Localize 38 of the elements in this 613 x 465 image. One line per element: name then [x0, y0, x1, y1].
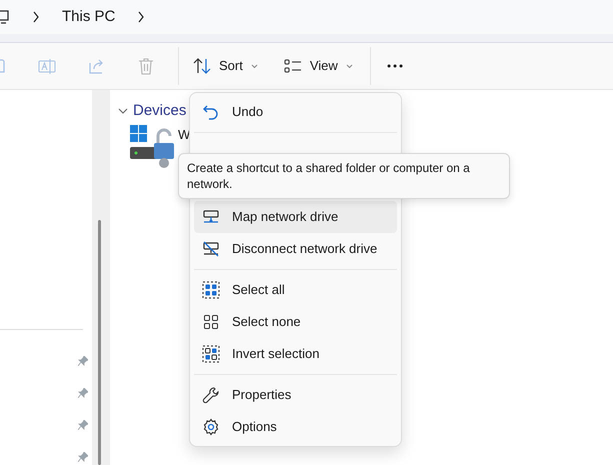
- invert-selection-icon: [202, 345, 220, 363]
- select-all-icon: [202, 281, 220, 299]
- pin-icon[interactable]: [78, 452, 88, 462]
- tooltip: Create a shortcut to a shared folder or computer on a network.: [178, 153, 510, 199]
- select-none-icon: [202, 313, 220, 331]
- scrollbar-thumb[interactable]: [98, 220, 100, 465]
- chevron-down-icon: [250, 64, 258, 68]
- sort-icon: [193, 58, 211, 74]
- chevron-down-icon[interactable]: [118, 108, 128, 115]
- menu-item[interactable]: Invert selection: [194, 338, 397, 370]
- view-button[interactable]: View: [284, 56, 353, 76]
- gear-icon: [202, 418, 220, 436]
- sort-button[interactable]: Sort: [193, 56, 258, 76]
- chevron-right-icon: [32, 11, 40, 23]
- menu-item[interactable]: Select none: [194, 306, 397, 338]
- menu-item[interactable]: Options: [194, 411, 397, 443]
- wrench-icon: [202, 386, 220, 404]
- pin-icon[interactable]: [78, 388, 88, 398]
- computer-icon: [0, 9, 10, 25]
- address-field[interactable]: This PC: [0, 0, 613, 34]
- disconnect-drive-icon: [202, 240, 220, 258]
- trash-icon[interactable]: [138, 57, 154, 75]
- chevron-right-icon: [137, 11, 146, 23]
- menu-item[interactable]: Select all: [194, 274, 397, 306]
- new-icon[interactable]: [0, 57, 6, 75]
- chevron-down-icon: [346, 64, 353, 68]
- pin-icon[interactable]: [78, 420, 88, 430]
- pin-icon[interactable]: [78, 356, 88, 366]
- menu-item[interactable]: Undo: [194, 96, 397, 128]
- undo-icon: [202, 103, 220, 121]
- menu-item[interactable]: Map network drive: [194, 201, 397, 233]
- menu-item[interactable]: Properties: [194, 379, 397, 411]
- menu-item[interactable]: Disconnect network drive: [194, 233, 397, 265]
- section-header[interactable]: Devices: [133, 100, 186, 122]
- view-icon: [284, 58, 302, 74]
- rename-icon[interactable]: [38, 57, 56, 75]
- breadcrumb-item[interactable]: This PC: [62, 6, 116, 28]
- more-icon[interactable]: [386, 64, 403, 68]
